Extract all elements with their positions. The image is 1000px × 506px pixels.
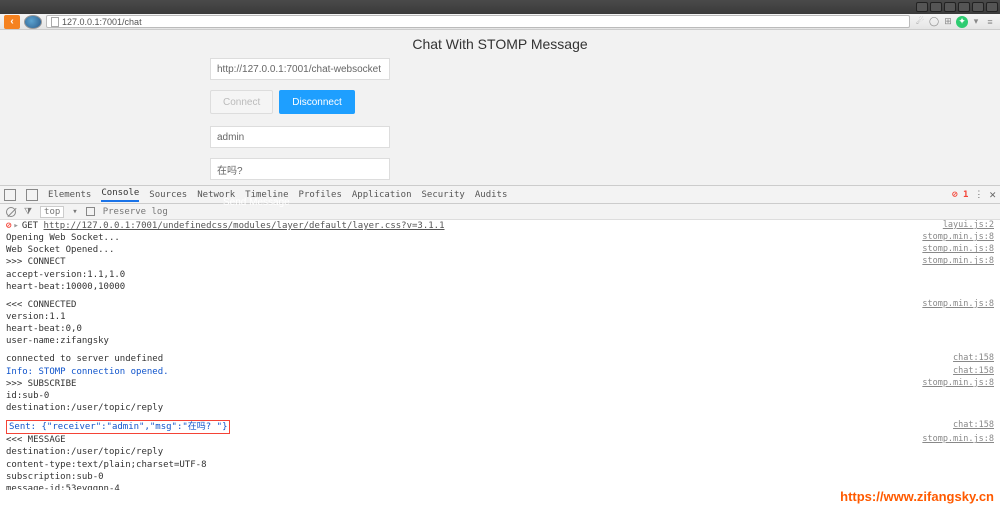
log-text: GET <box>22 221 38 231</box>
browser-toolbar: ‹ 127.0.0.1:7001/chat ☄ ◯ ⊞ ✦ ▾ ≡ <box>0 14 1000 30</box>
console-output[interactable]: ⊘▸GET http://127.0.0.1:7001/undefinedcss… <box>0 220 1000 490</box>
url-text: 127.0.0.1:7001/chat <box>62 17 142 27</box>
log-text: <<< MESSAGE destination:/user/topic/repl… <box>6 434 904 490</box>
os-titlebar <box>0 0 1000 14</box>
log-text: >>> CONNECT accept-version:1.1,1.0 heart… <box>6 256 904 292</box>
ext-icon[interactable]: ▾ <box>970 16 982 28</box>
url-input[interactable]: 127.0.0.1:7001/chat <box>46 15 910 28</box>
context-select[interactable]: top <box>40 206 64 218</box>
back-button[interactable]: ‹ <box>4 15 20 29</box>
source-link[interactable]: chat:158 <box>953 420 994 431</box>
close-icon[interactable]: ✕ <box>989 188 996 201</box>
devtools-tabs: Elements Console Sources Network Timelin… <box>0 186 1000 204</box>
devtools: Elements Console Sources Network Timelin… <box>0 185 1000 490</box>
tab-profiles[interactable]: Profiles <box>299 190 342 200</box>
source-link[interactable]: stomp.min.js:8 <box>922 232 994 243</box>
source-link[interactable]: layui.js:2 <box>943 220 994 231</box>
source-link[interactable]: chat:158 <box>953 353 994 364</box>
tab-elements[interactable]: Elements <box>48 190 91 200</box>
disconnect-button[interactable]: Disconnect <box>279 90 354 114</box>
clear-icon[interactable] <box>6 207 16 217</box>
error-url[interactable]: http://127.0.0.1:7001/undefinedcss/modul… <box>44 221 445 231</box>
page-icon <box>51 17 59 27</box>
ext-icon[interactable]: ✦ <box>956 16 968 28</box>
ext-icon[interactable]: ☄ <box>914 16 926 28</box>
device-icon[interactable] <box>26 189 38 201</box>
preserve-label: Preserve log <box>103 207 168 217</box>
page: Chat With STOMP Message http://127.0.0.1… <box>0 30 1000 185</box>
log-text: Opening Web Socket... <box>6 233 120 243</box>
log-text: >>> SUBSCRIBE id:sub-0 destination:/user… <box>6 378 904 414</box>
titlebar-btn[interactable] <box>972 2 984 12</box>
connect-button[interactable]: Connect <box>210 90 273 114</box>
source-link[interactable]: stomp.min.js:8 <box>922 378 994 389</box>
log-text: Sent: {"receiver":"admin","msg":"在吗? "} <box>6 420 230 434</box>
log-text: connected to server undefined <box>6 354 163 364</box>
connect-row: Connect Disconnect <box>210 90 790 114</box>
log-text: Web Socket Opened... <box>6 245 114 255</box>
titlebar-btn[interactable] <box>986 2 998 12</box>
filter-dropdown-icon[interactable]: ▾ <box>72 207 77 217</box>
more-icon[interactable]: ⋮ <box>974 190 983 200</box>
ext-icon[interactable]: ◯ <box>928 16 940 28</box>
tab-audits[interactable]: Audits <box>475 190 508 200</box>
console-filter-bar: ⧩ top ▾ Preserve log <box>0 204 1000 220</box>
titlebar-btn[interactable] <box>944 2 956 12</box>
error-icon: ⊘ <box>6 221 11 231</box>
titlebar-btn[interactable] <box>916 2 928 12</box>
user-input[interactable]: admin <box>210 126 390 148</box>
titlebar-btn[interactable] <box>958 2 970 12</box>
titlebar-btn[interactable] <box>930 2 942 12</box>
inspect-icon[interactable] <box>4 189 16 201</box>
page-title: Chat With STOMP Message <box>210 36 790 52</box>
source-link[interactable]: chat:158 <box>953 366 994 377</box>
tab-network[interactable]: Network <box>197 190 235 200</box>
ext-icon[interactable]: ⊞ <box>942 16 954 28</box>
menu-icon[interactable]: ≡ <box>984 16 996 28</box>
globe-icon <box>24 15 42 29</box>
source-link[interactable]: stomp.min.js:8 <box>922 256 994 267</box>
tab-console[interactable]: Console <box>101 188 139 202</box>
extensions: ☄ ◯ ⊞ ✦ ▾ ≡ <box>914 16 996 28</box>
watermark: https://www.zifangsky.cn <box>840 489 994 504</box>
source-link[interactable]: stomp.min.js:8 <box>922 434 994 445</box>
log-text: Info: STOMP connection opened. <box>6 367 169 377</box>
tab-application[interactable]: Application <box>352 190 412 200</box>
ws-url-input[interactable]: http://127.0.0.1:7001/chat-websocket <box>210 58 390 80</box>
source-link[interactable]: stomp.min.js:8 <box>922 244 994 255</box>
tab-sources[interactable]: Sources <box>149 190 187 200</box>
preserve-checkbox[interactable] <box>86 207 95 216</box>
error-count[interactable]: ⊘ 1 <box>952 190 968 200</box>
tab-security[interactable]: Security <box>422 190 465 200</box>
source-link[interactable]: stomp.min.js:8 <box>922 299 994 310</box>
log-text: <<< CONNECTED version:1.1 heart-beat:0,0… <box>6 299 904 348</box>
message-input[interactable]: 在吗? <box>210 158 390 180</box>
tab-timeline[interactable]: Timeline <box>245 190 288 200</box>
filter-icon[interactable]: ⧩ <box>24 207 32 217</box>
